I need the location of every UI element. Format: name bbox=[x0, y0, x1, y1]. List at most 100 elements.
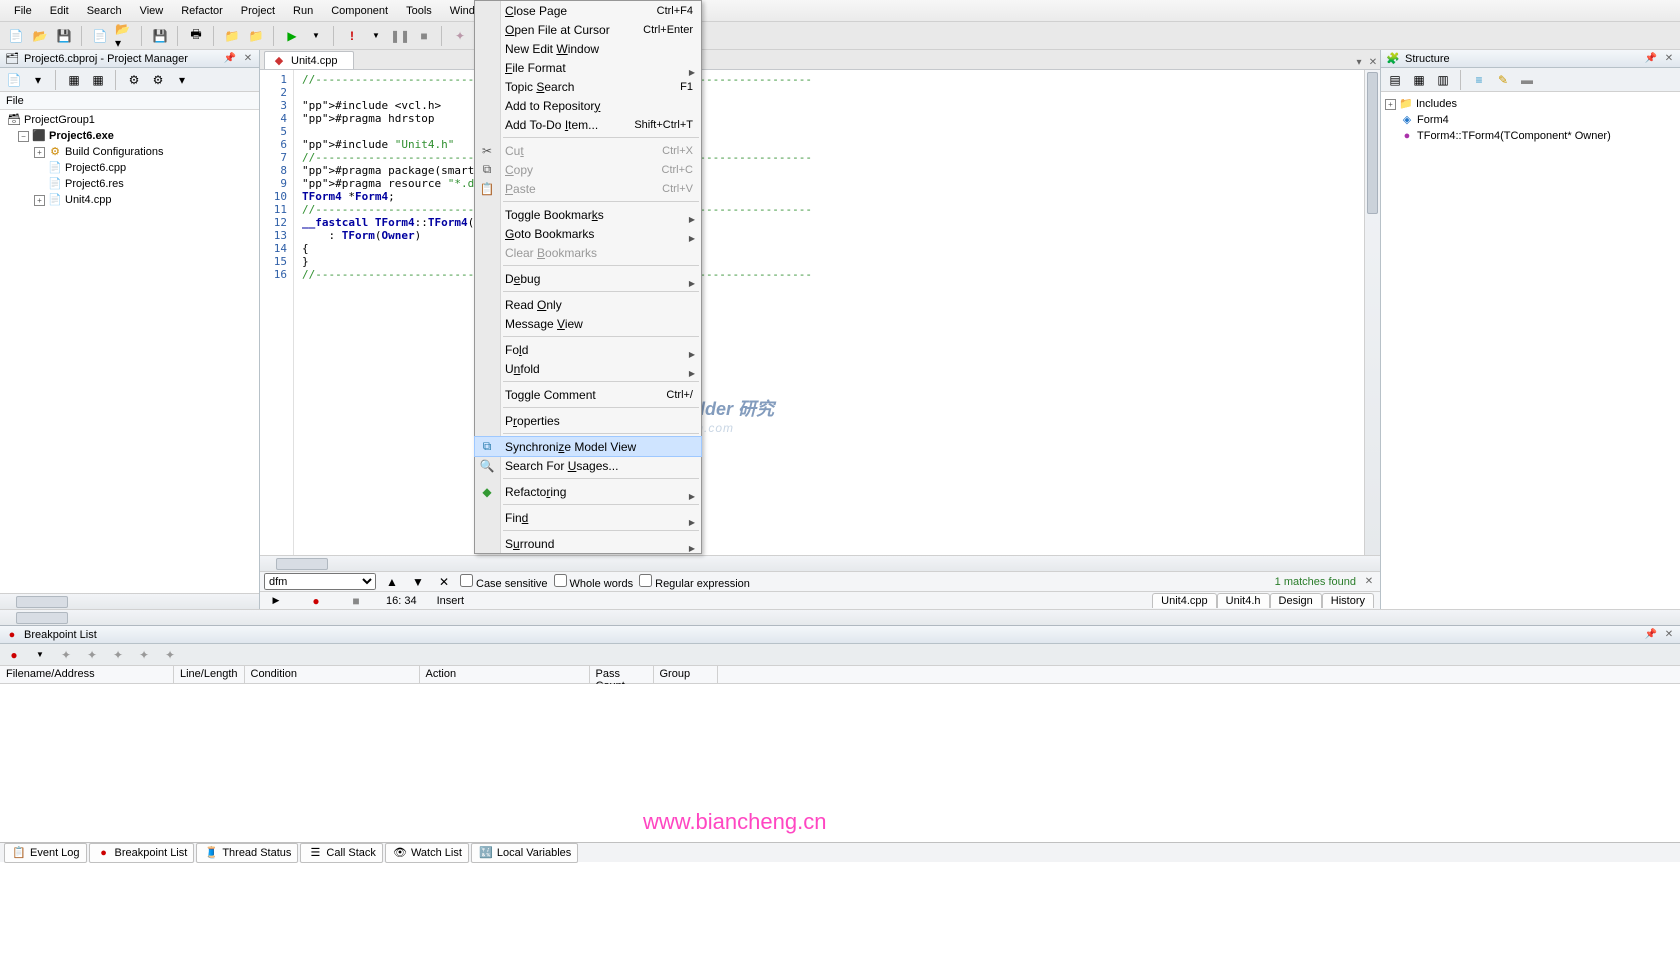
mi-sync-model[interactable]: ⧉Synchronize Model View bbox=[475, 437, 701, 456]
mi-copy[interactable]: ⧉CopyCtrl+C bbox=[475, 160, 701, 179]
pm-tb-2[interactable]: ▾ bbox=[28, 70, 48, 90]
tool-a-button[interactable]: ✦ bbox=[450, 26, 470, 46]
menu-search[interactable]: Search bbox=[79, 3, 130, 19]
pin-icon[interactable]: 📌 bbox=[1644, 53, 1658, 65]
open-button[interactable]: 📂 bbox=[30, 26, 50, 46]
menu-refactor[interactable]: Refactor bbox=[173, 3, 231, 19]
project-tree[interactable]: 🗃ProjectGroup1 −⬛Project6.exe +⚙Build Co… bbox=[0, 110, 259, 593]
mi-new-edit-window[interactable]: New Edit Window bbox=[475, 39, 701, 58]
bp-list-body[interactable] bbox=[0, 684, 1680, 842]
pm-tb-4[interactable]: ▦ bbox=[88, 70, 108, 90]
mi-surround[interactable]: Surround bbox=[475, 534, 701, 553]
struct-tb-2[interactable]: ▦ bbox=[1409, 70, 1429, 90]
mi-find[interactable]: Find bbox=[475, 508, 701, 527]
tab-callstack[interactable]: ☰Call Stack bbox=[300, 843, 383, 863]
close-icon[interactable]: ✕ bbox=[1662, 53, 1676, 65]
editor-vscroll[interactable] bbox=[1364, 70, 1380, 555]
mi-debug[interactable]: Debug bbox=[475, 269, 701, 288]
struct-tb-1[interactable]: ▤ bbox=[1385, 70, 1405, 90]
bp-disable-button[interactable]: ✦ bbox=[108, 645, 128, 665]
step-dropdown[interactable]: ▼ bbox=[366, 26, 386, 46]
bp-col-pass[interactable]: Pass Count bbox=[590, 666, 654, 683]
menu-edit[interactable]: Edit bbox=[42, 3, 77, 19]
expand-icon[interactable]: + bbox=[34, 147, 45, 158]
search-regex[interactable]: Regular expression bbox=[639, 574, 750, 590]
menu-project[interactable]: Project bbox=[233, 3, 283, 19]
mi-toggle-comment[interactable]: Toggle CommentCtrl+/ bbox=[475, 385, 701, 404]
close-icon[interactable]: ✕ bbox=[1662, 629, 1676, 641]
menu-view[interactable]: View bbox=[132, 3, 172, 19]
bp-col-action[interactable]: Action bbox=[420, 666, 590, 683]
remove-button[interactable]: 📂▾ bbox=[114, 26, 134, 46]
bp-clear-button[interactable]: ✦ bbox=[134, 645, 154, 665]
bp-col-filename[interactable]: Filename/Address bbox=[0, 666, 174, 683]
search-whole[interactable]: Whole words bbox=[554, 574, 634, 590]
expand-icon[interactable]: − bbox=[18, 131, 29, 142]
mi-unfold[interactable]: Unfold bbox=[475, 359, 701, 378]
search-case[interactable]: Case sensitive bbox=[460, 574, 548, 590]
bp-add-dropdown[interactable]: ▼ bbox=[30, 645, 50, 665]
tree-exe[interactable]: Project6.exe bbox=[49, 130, 114, 142]
run-button[interactable]: ▶ bbox=[282, 26, 302, 46]
code-area[interactable]: //--------------------------------------… bbox=[294, 70, 1364, 555]
mi-readonly[interactable]: Read Only bbox=[475, 295, 701, 314]
menu-run[interactable]: Run bbox=[285, 3, 321, 19]
menu-tools[interactable]: Tools bbox=[398, 3, 440, 19]
search-input[interactable]: dfm bbox=[264, 573, 376, 590]
bp-col-group[interactable]: Group bbox=[654, 666, 718, 683]
bp-enable-button[interactable]: ✦ bbox=[82, 645, 102, 665]
mi-cut[interactable]: ✂CutCtrl+X bbox=[475, 141, 701, 160]
step-button[interactable]: ! bbox=[342, 26, 362, 46]
tree-cpp[interactable]: Project6.cpp bbox=[65, 162, 126, 174]
record-icon[interactable]: ● bbox=[306, 591, 326, 611]
pause-button[interactable]: ❚❚ bbox=[390, 26, 410, 46]
pm-tb-5[interactable]: ⚙ bbox=[124, 70, 144, 90]
pin-icon[interactable]: 📌 bbox=[1644, 629, 1658, 641]
struct-tb-3[interactable]: ▥ bbox=[1433, 70, 1453, 90]
ed-panel-dropdown[interactable]: ▾ bbox=[1352, 57, 1366, 69]
structure-tree[interactable]: +📁Includes ◈Form4 ●TForm4::TForm4(TCompo… bbox=[1381, 92, 1680, 609]
mi-file-format[interactable]: File Format bbox=[475, 58, 701, 77]
mi-refactoring[interactable]: ◆Refactoring bbox=[475, 482, 701, 501]
bp-col-cond[interactable]: Condition bbox=[245, 666, 420, 683]
editor-hscroll[interactable] bbox=[260, 555, 1380, 571]
struct-includes[interactable]: Includes bbox=[1416, 98, 1457, 110]
subtab-design[interactable]: Design bbox=[1270, 593, 1322, 608]
pm-tb-6[interactable]: ⚙ bbox=[148, 70, 168, 90]
tab-localvars[interactable]: 🔣Local Variables bbox=[471, 843, 578, 863]
save-button[interactable]: 💾 bbox=[54, 26, 74, 46]
close-icon[interactable]: ✕ bbox=[241, 53, 255, 65]
search-next-button[interactable]: ▼ bbox=[408, 572, 428, 592]
folder2-button[interactable]: 📁 bbox=[246, 26, 266, 46]
struct-form[interactable]: Form4 bbox=[1417, 114, 1449, 126]
status-icon2[interactable]: ■ bbox=[346, 591, 366, 611]
tree-unit[interactable]: Unit4.cpp bbox=[65, 194, 111, 206]
run-dropdown-button[interactable]: ▼ bbox=[306, 26, 326, 46]
splitter-hscroll[interactable] bbox=[0, 609, 1680, 625]
mi-topic-search[interactable]: Topic SearchF1 bbox=[475, 77, 701, 96]
status-icon[interactable]: ▶ bbox=[266, 591, 286, 611]
tree-res[interactable]: Project6.res bbox=[65, 178, 124, 190]
mi-add-todo[interactable]: Add To-Do Item...Shift+Ctrl+T bbox=[475, 115, 701, 134]
search-close[interactable]: ✕ bbox=[1362, 576, 1376, 588]
tab-threadstatus[interactable]: 🧵Thread Status bbox=[196, 843, 298, 863]
search-prev-button[interactable]: ▲ bbox=[382, 572, 402, 592]
mi-close-page[interactable]: Close PageCtrl+F4 bbox=[475, 1, 701, 20]
subtab-h[interactable]: Unit4.h bbox=[1217, 593, 1270, 608]
expand-icon[interactable]: + bbox=[1385, 99, 1396, 110]
mi-fold[interactable]: Fold bbox=[475, 340, 701, 359]
print-button[interactable]: 🖶 bbox=[186, 26, 206, 46]
tab-breakpoints[interactable]: ●Breakpoint List bbox=[89, 843, 195, 863]
mi-toggle-bookmarks[interactable]: Toggle Bookmarks bbox=[475, 205, 701, 224]
mi-add-repo[interactable]: Add to Repository bbox=[475, 96, 701, 115]
subtab-history[interactable]: History bbox=[1322, 593, 1374, 608]
mi-clear-bookmarks[interactable]: Clear Bookmarks bbox=[475, 243, 701, 262]
mi-open-at-cursor[interactable]: Open File at CursorCtrl+Enter bbox=[475, 20, 701, 39]
struct-tb-5[interactable]: ✎ bbox=[1493, 70, 1513, 90]
save-all-button[interactable]: 💾 bbox=[150, 26, 170, 46]
pm-tb-7[interactable]: ▾ bbox=[172, 70, 192, 90]
bp-group-button[interactable]: ✦ bbox=[160, 645, 180, 665]
tab-eventlog[interactable]: 📋Event Log bbox=[4, 843, 87, 863]
new-button[interactable]: 📄 bbox=[6, 26, 26, 46]
struct-tb-4[interactable]: ≡ bbox=[1469, 70, 1489, 90]
